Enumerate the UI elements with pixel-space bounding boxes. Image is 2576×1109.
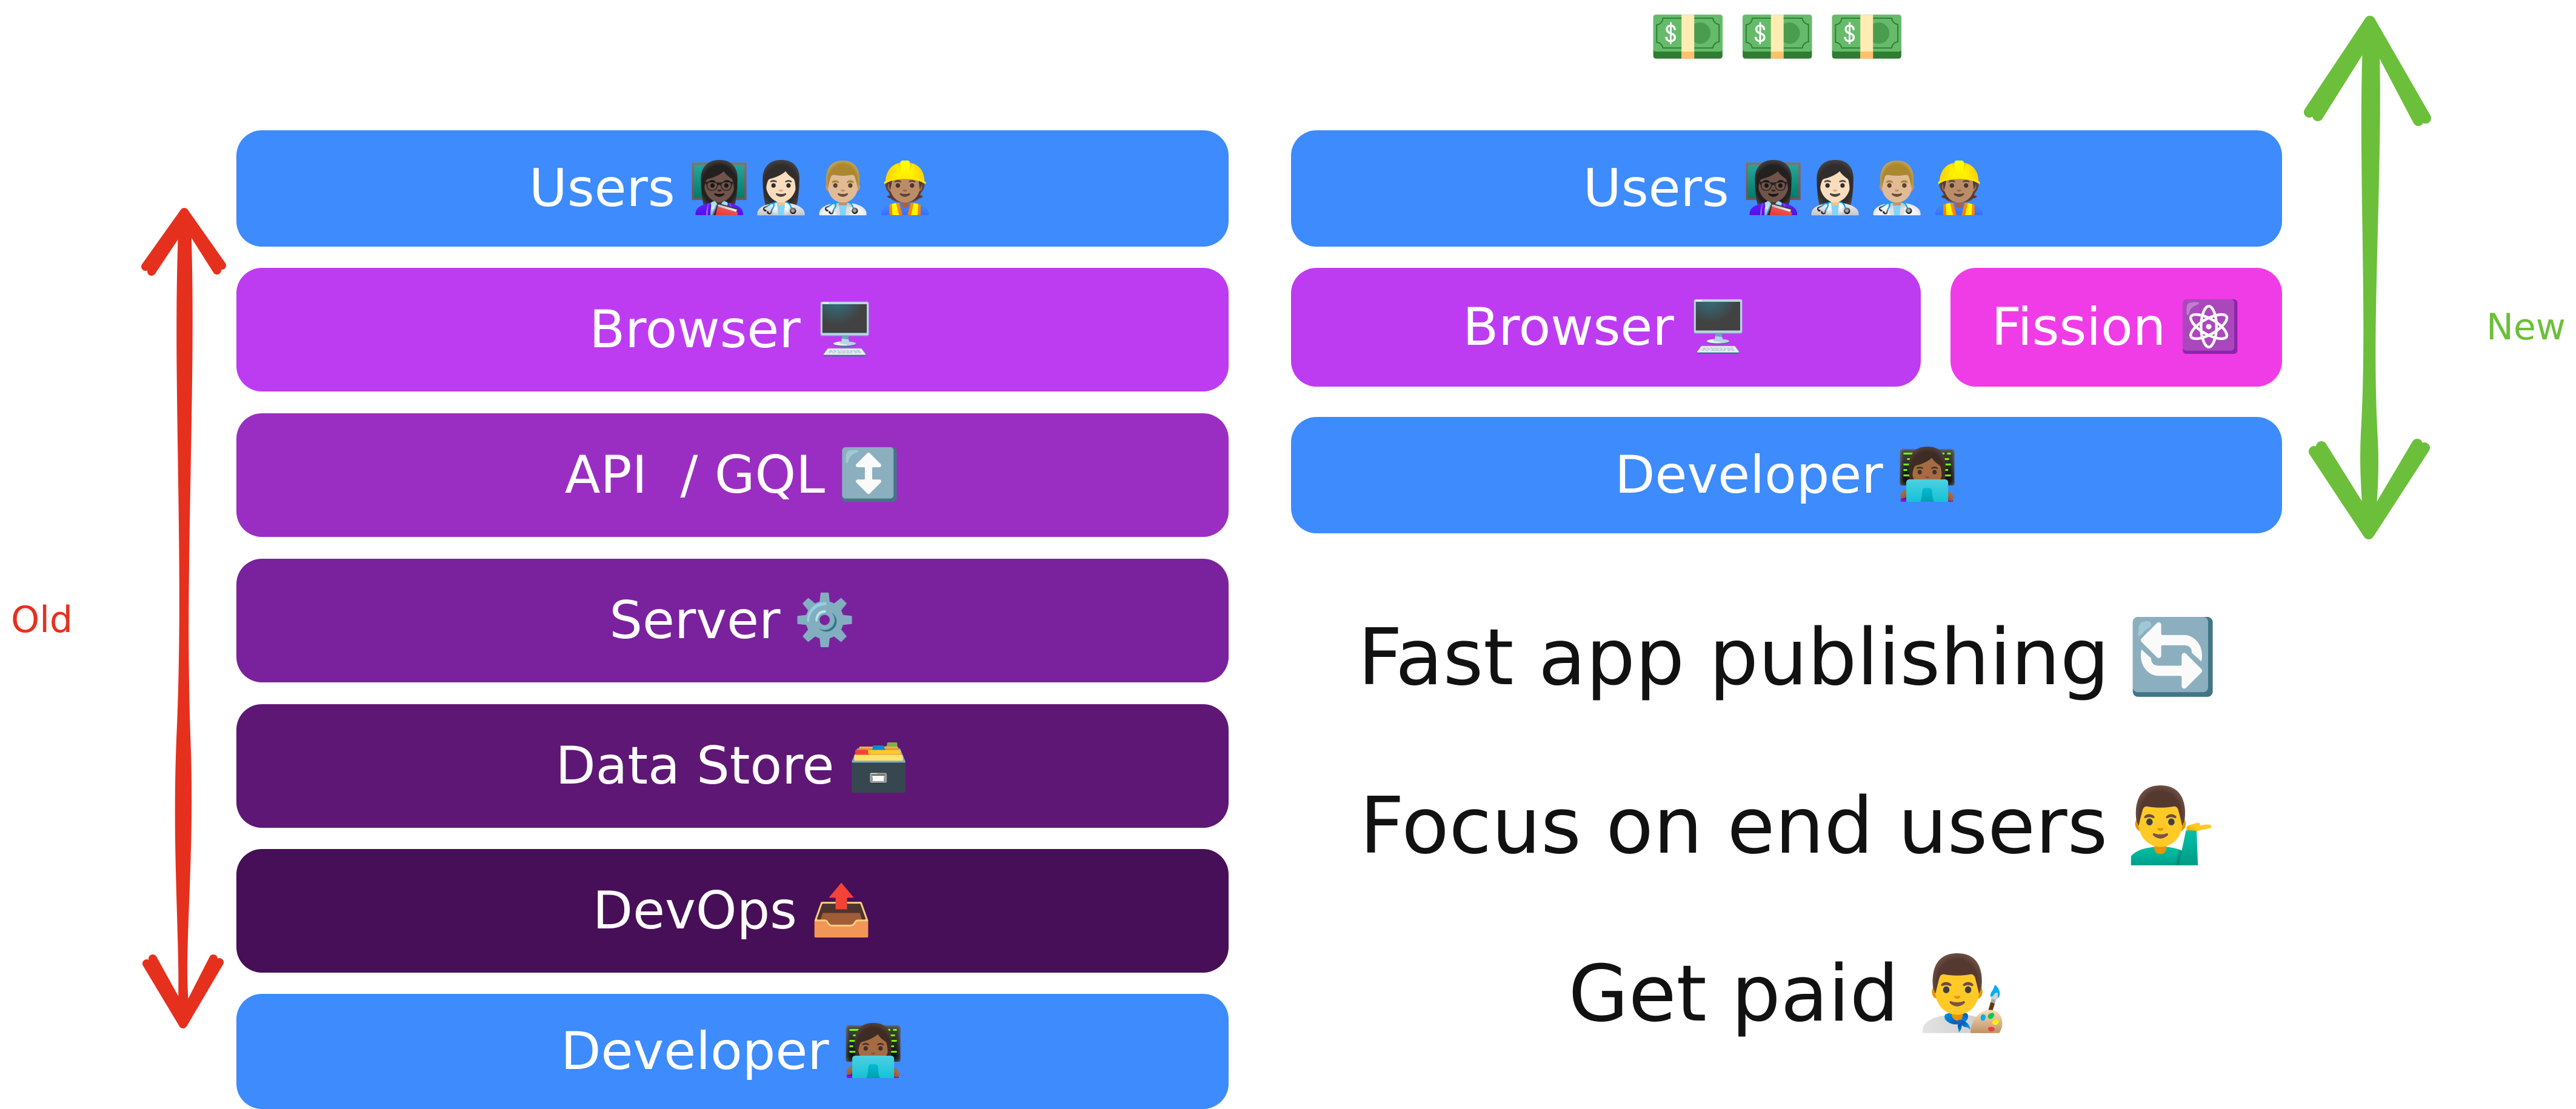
benefit-focus-users-text: Focus on end users <box>1360 781 2108 871</box>
money-icons: 💵💵💵 <box>1649 0 1917 73</box>
new-layer-fission-label: Fission <box>1991 297 2166 358</box>
arrows-cycle-icon: 🔄 <box>2127 615 2218 699</box>
new-label: New <box>2486 306 2566 348</box>
new-layer-browser: Browser 🖥️ <box>1291 268 1921 387</box>
old-layer-data-store: Data Store 🗃️ <box>236 704 1229 828</box>
new-layer-users-label: Users <box>1583 158 1729 219</box>
old-layer-api: API / GQL ↕️ <box>236 413 1229 537</box>
old-layer-server-label: Server <box>609 590 781 651</box>
benefit-fast-publishing-text: Fast app publishing <box>1358 612 2110 703</box>
up-down-arrow-icon: ↕️ <box>838 446 901 504</box>
gear-icon: ⚙️ <box>793 591 856 649</box>
old-layer-users: Users 👩🏿‍🏫👩🏻‍⚕️👨🏼‍⚕️👷🏽 <box>236 130 1229 247</box>
benefit-get-paid: Get paid 👨‍🎨 <box>1273 945 2303 1042</box>
outbox-tray-icon: 📤 <box>810 882 873 939</box>
old-layer-data-store-label: Data Store <box>555 736 835 796</box>
artist-icon: 👨‍🎨 <box>1917 951 2008 1036</box>
benefit-get-paid-text: Get paid <box>1568 948 1899 1039</box>
old-layer-devops: DevOps 📤 <box>236 849 1229 973</box>
new-layer-developer: Developer 👩🏾‍💻 <box>1291 417 2282 533</box>
old-layer-devops-label: DevOps <box>592 881 797 941</box>
old-layer-server: Server ⚙️ <box>236 559 1229 682</box>
old-layer-api-label: API / GQL <box>564 445 826 505</box>
technologist-icon: 👩🏾‍💻 <box>1896 446 1958 504</box>
desktop-computer-icon: 🖥️ <box>813 301 876 358</box>
atom-symbol-icon: ⚛️ <box>2179 298 2241 356</box>
old-layer-developer: Developer 👩🏾‍💻 <box>236 994 1229 1109</box>
new-layer-fission: Fission ⚛️ <box>1950 268 2282 387</box>
old-layer-browser-label: Browser <box>589 299 801 360</box>
new-layer-developer-label: Developer <box>1615 445 1883 505</box>
old-double-arrow-icon <box>141 208 226 1028</box>
new-layer-browser-label: Browser <box>1463 297 1674 358</box>
person-tipping-hand-icon: 💁‍♂️ <box>2126 784 2217 868</box>
desktop-computer-icon: 🖥️ <box>1687 298 1749 356</box>
old-layer-browser: Browser 🖥️ <box>236 268 1229 391</box>
card-file-box-icon: 🗃️ <box>847 737 910 794</box>
users-emoji-icon: 👩🏿‍🏫👩🏻‍⚕️👨🏼‍⚕️👷🏽 <box>1742 159 1990 217</box>
old-label: Old <box>11 599 73 641</box>
new-double-arrow-icon <box>2304 16 2431 539</box>
old-layer-users-label: Users <box>529 158 675 219</box>
old-layer-developer-label: Developer <box>561 1021 829 1082</box>
new-layer-users: Users 👩🏿‍🏫👩🏻‍⚕️👨🏼‍⚕️👷🏽 <box>1291 130 2282 247</box>
technologist-icon: 👩🏾‍💻 <box>842 1022 904 1080</box>
users-emoji-icon: 👩🏿‍🏫👩🏻‍⚕️👨🏼‍⚕️👷🏽 <box>688 159 936 217</box>
benefit-focus-users: Focus on end users 💁‍♂️ <box>1273 778 2303 874</box>
benefit-fast-publishing: Fast app publishing 🔄 <box>1273 609 2303 706</box>
